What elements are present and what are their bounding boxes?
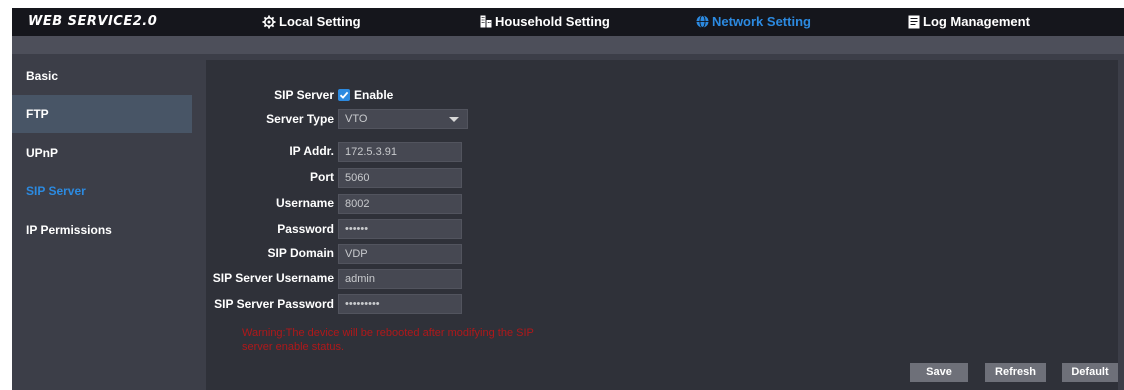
sip-domain-input[interactable] [338, 244, 462, 264]
chevron-down-icon [449, 117, 459, 122]
sip-domain-label: SIP Domain [267, 246, 334, 260]
port-input[interactable] [338, 168, 462, 188]
refresh-button[interactable]: Refresh [985, 363, 1046, 382]
gear-icon [262, 15, 276, 29]
port-label: Port [310, 170, 334, 184]
username-input[interactable] [338, 194, 462, 214]
sidebar-item-label: Basic [26, 69, 59, 83]
sip-server-enable-label: Enable [354, 88, 394, 102]
server-type-label: Server Type [266, 112, 334, 126]
reboot-warning: Warning:The device will be rebooted afte… [242, 327, 534, 353]
app-logo: WEB SERVICE2.0 [28, 14, 158, 29]
globe-icon [696, 15, 709, 28]
nav-label: Log Management [923, 14, 1030, 29]
sip-server-password-input[interactable] [338, 294, 462, 314]
nav-local-setting[interactable]: Local Setting [262, 14, 361, 29]
sip-server-username-label: SIP Server Username [212, 271, 334, 285]
top-nav-bar: WEB SERVICE2.0 Local Setting Household S… [12, 8, 1124, 36]
default-button[interactable]: Default [1062, 363, 1118, 382]
nav-label: Household Setting [495, 14, 610, 29]
sidebar-item-label: UPnP [26, 146, 59, 160]
server-type-value: VTO [345, 113, 368, 125]
nav-log-management[interactable]: Log Management [908, 14, 1030, 29]
save-button[interactable]: Save [910, 363, 968, 382]
nav-label: Network Setting [712, 14, 811, 29]
sidebar-item-label: FTP [26, 107, 49, 121]
ip-addr-input[interactable] [338, 142, 462, 162]
server-type-select[interactable]: VTO [338, 109, 468, 129]
sub-header-bar [12, 36, 1124, 54]
building-icon [480, 15, 492, 28]
sip-server-password-label: SIP Server Password [214, 297, 334, 311]
sip-server-username-input[interactable] [338, 269, 462, 289]
password-label: Password [277, 222, 334, 236]
password-input[interactable] [338, 219, 462, 239]
sip-server-label: SIP Server [274, 88, 334, 102]
log-icon [908, 15, 920, 29]
sidebar-item-label: SIP Server [26, 184, 86, 198]
nav-network-setting[interactable]: Network Setting [696, 14, 811, 29]
nav-label: Local Setting [279, 14, 361, 29]
sidebar-item-label: IP Permissions [26, 223, 112, 237]
ip-addr-label: IP Addr. [289, 144, 334, 158]
username-label: Username [275, 196, 334, 210]
nav-household-setting[interactable]: Household Setting [480, 14, 610, 29]
sip-server-enable-checkbox[interactable] [338, 89, 350, 101]
